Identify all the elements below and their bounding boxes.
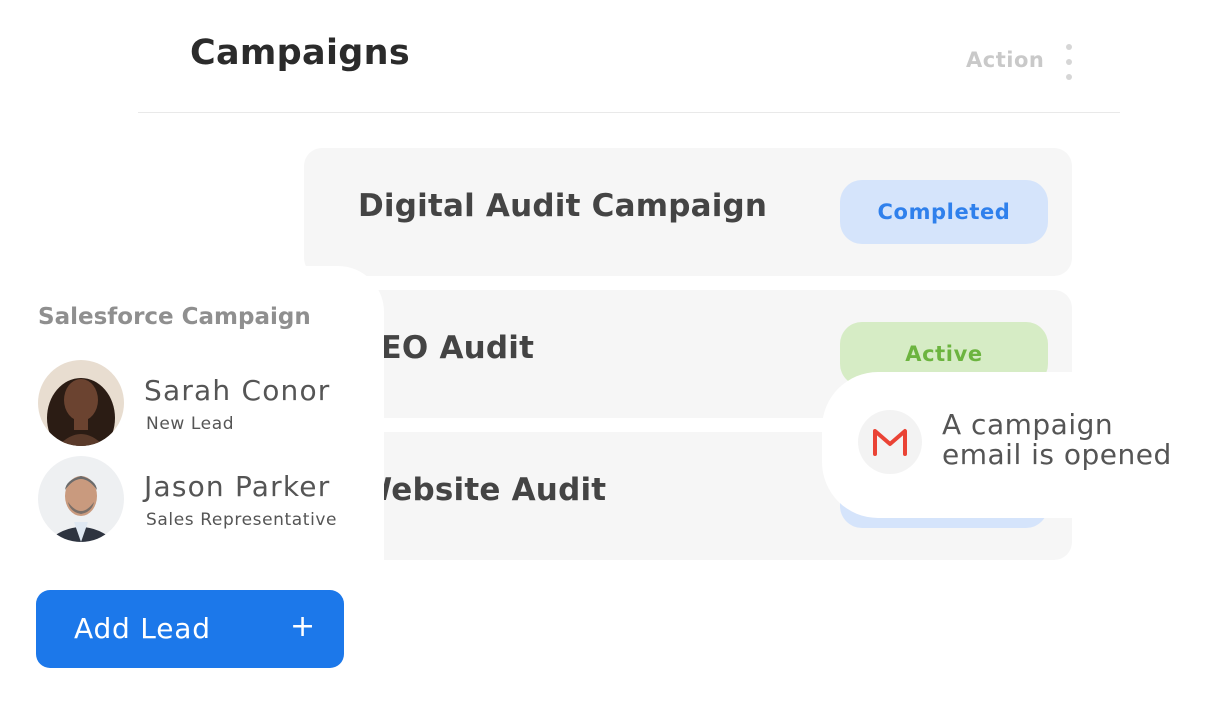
salesforce-campaign-panel: Salesforce Campaign Sarah Conor New Lead <box>0 266 384 566</box>
notification-text: A campaign email is opened <box>942 408 1172 471</box>
lead-name: Jason Parker <box>144 470 331 503</box>
gmail-icon <box>858 410 922 474</box>
action-button[interactable]: Action <box>966 48 1044 72</box>
lead-item-jason-parker[interactable]: Jason Parker Sales Representative <box>38 456 378 544</box>
lead-role: Sales Representative <box>146 510 338 530</box>
add-lead-button[interactable]: Add Lead + <box>36 590 344 668</box>
notification-toast[interactable]: A campaign email is opened <box>822 372 1226 518</box>
lead-item-sarah-conor[interactable]: Sarah Conor New Lead <box>38 360 378 448</box>
lead-name: Sarah Conor <box>144 374 331 407</box>
plus-icon: + <box>290 609 316 644</box>
add-lead-label: Add Lead <box>74 612 211 645</box>
lead-role: New Lead <box>146 414 235 434</box>
header-divider <box>138 112 1120 113</box>
page-title: Campaigns <box>190 33 410 73</box>
panel-title: Salesforce Campaign <box>38 304 311 330</box>
avatar <box>38 456 124 542</box>
more-options-icon[interactable] <box>1063 44 1075 80</box>
status-badge-completed: Completed <box>840 180 1048 244</box>
campaign-name: Digital Audit Campaign <box>358 188 768 224</box>
campaign-card-digital-audit[interactable]: Digital Audit Campaign Completed <box>304 148 1072 276</box>
campaign-name: SEO Audit <box>358 330 535 366</box>
campaign-name: Website Audit <box>358 472 607 508</box>
avatar <box>38 360 124 446</box>
